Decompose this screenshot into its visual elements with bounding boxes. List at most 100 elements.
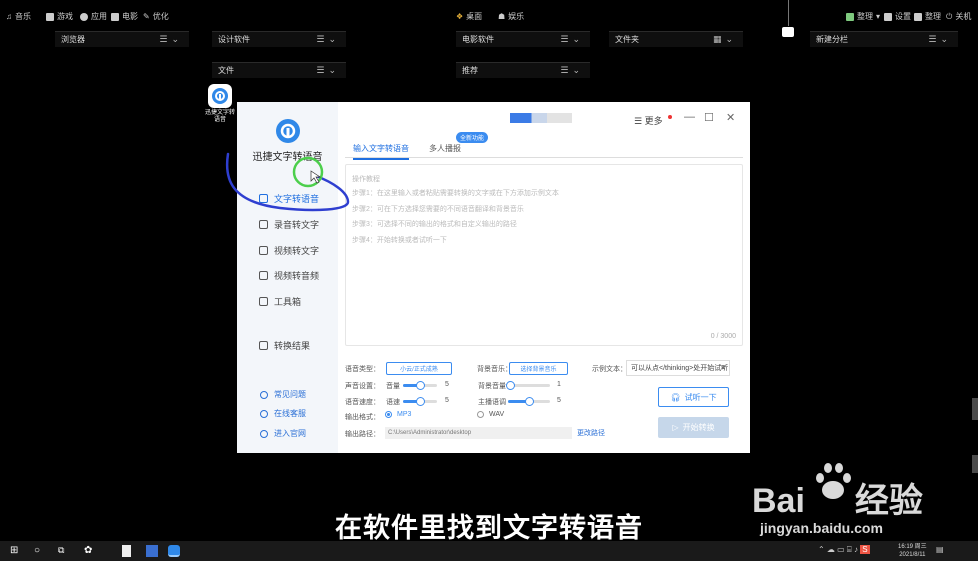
maximize-icon[interactable]: ☐ — [704, 111, 714, 124]
volume-slider[interactable] — [403, 381, 437, 390]
top-menu-optimize[interactable]: ✎ 优化 — [143, 11, 169, 22]
sidebar-item-results[interactable]: 转换结果 — [259, 339, 310, 352]
editor-hint: 操作教程 — [352, 176, 380, 183]
app-window: 迅捷文字转语音 文字转语音 录音转文字 视频转文字 视频转音频 工具箱 转换结果… — [237, 102, 750, 453]
tab-multi-speaker[interactable]: 多人播报 — [429, 143, 461, 154]
dropdown-arrow-icon: ▾ — [876, 12, 881, 21]
search-icon[interactable]: ○ — [34, 545, 46, 557]
top-menu-apps[interactable]: 应用 — [80, 11, 107, 22]
mode-tabs: 输入文字转语音 多人播报 全新功能 — [345, 132, 743, 160]
minimize-icon[interactable]: — — [684, 111, 695, 123]
top-tab-entertainment[interactable]: ☗ 娱乐 — [498, 11, 524, 22]
start-convert-button[interactable]: ▷ 开始转换 — [658, 417, 729, 438]
clock[interactable]: 16:19 周三 2021/8/11 — [898, 543, 927, 559]
slider-handle[interactable] — [506, 381, 516, 390]
widget-menu-icon[interactable]: ☰⌄ — [316, 65, 340, 76]
desktop-shortcut-app[interactable]: 迅捷文字转语音 — [203, 84, 237, 124]
notification-icon[interactable]: ▤ — [936, 545, 948, 557]
path-label: 输出路径： — [345, 431, 380, 438]
top-menu-organize-2[interactable]: 整理 — [914, 11, 941, 22]
text-editor[interactable]: 操作教程 步骤1：在这里输入或者粘贴需要转换的文字或在下方添加示例文本 步骤2：… — [345, 164, 743, 346]
blurred-title — [510, 113, 572, 123]
widget-menu-icon[interactable]: ☰⌄ — [928, 34, 952, 45]
widget-new-column[interactable]: 新建分栏 ☰⌄ — [810, 31, 958, 47]
folder-icon — [259, 341, 268, 350]
shirt-icon[interactable] — [782, 27, 794, 37]
tab-text-input[interactable]: 输入文字转语音 — [353, 143, 409, 160]
slider-handle[interactable] — [416, 397, 425, 406]
file-icon[interactable] — [122, 545, 131, 557]
link-website[interactable]: 进入官网 — [260, 428, 306, 439]
video-icon — [259, 246, 268, 255]
sidebar-item-toolbox[interactable]: 工具箱 — [259, 295, 301, 308]
scroll-mark — [972, 398, 978, 420]
link-faq[interactable]: 常见问题 — [260, 389, 306, 400]
voice-type-label: 语音类型： — [345, 366, 380, 373]
widget-movie-software[interactable]: 电影软件 ☰⌄ — [456, 31, 590, 47]
speed-value: 5 — [445, 397, 449, 404]
top-menu-games[interactable]: 游戏 — [46, 11, 73, 22]
app-logo-icon — [208, 84, 232, 108]
music-icon: ♫ — [6, 12, 12, 21]
film-icon — [111, 12, 119, 21]
widget-folder[interactable]: 文件夹 ▦⌄ — [609, 31, 743, 47]
sidebar-item-recording-to-text[interactable]: 录音转文字 — [259, 218, 319, 231]
task-view-icon[interactable]: ⧉ — [58, 545, 70, 557]
anchor-tone-label: 主播语调 — [478, 399, 506, 406]
slider-handle[interactable] — [416, 381, 425, 390]
widget-grid-icon[interactable]: ▦⌄ — [713, 34, 737, 45]
volume-group-label: 声音设置： — [345, 383, 380, 390]
change-path-link[interactable]: 更改路径 — [577, 428, 605, 438]
sidebar-item-video-to-text[interactable]: 视频转文字 — [259, 244, 319, 257]
bg-volume-slider[interactable] — [506, 381, 550, 390]
format-wav-radio[interactable]: WAV — [477, 411, 504, 418]
widget-menu-icon[interactable]: ☰⌄ — [560, 65, 584, 76]
toolbox-icon — [259, 297, 268, 306]
top-tab-desktop[interactable]: ❖ 桌面 — [456, 11, 482, 22]
sidebar-item-text-to-speech[interactable]: 文字转语音 — [259, 192, 319, 205]
editor-hint: 步骤3：可选择不同的输出的格式和自定义输出的路径 — [352, 221, 517, 228]
widget-files[interactable]: 文件 ☰⌄ — [212, 62, 346, 78]
preview-button[interactable]: 🎧︎ 试听一下 — [658, 387, 729, 407]
app-logo-icon — [276, 119, 300, 143]
widget-menu-icon[interactable]: ☰⌄ — [316, 34, 340, 45]
bg-volume-value: 1 — [557, 381, 561, 388]
link-online-support[interactable]: 在线客服 — [260, 408, 306, 419]
converter-app-icon[interactable] — [168, 545, 180, 557]
speed-slider[interactable] — [403, 397, 437, 406]
scroll-mark — [972, 455, 978, 473]
clear-icon[interactable]: ✕ — [720, 364, 726, 372]
more-menu[interactable]: ☰ 更多 — [634, 114, 663, 127]
speed-group-label: 语音速度： — [345, 399, 380, 406]
widget-menu-icon[interactable]: ☰⌄ — [560, 34, 584, 45]
anchor-tone-slider[interactable] — [508, 397, 550, 406]
power-icon: ⏻ — [946, 11, 953, 21]
format-mp3-radio[interactable]: MP3 — [385, 411, 411, 418]
top-menu-shutdown[interactable]: ⏻ 关机 — [946, 11, 971, 22]
widget-browser[interactable]: 浏览器 ☰⌄ — [55, 31, 189, 47]
desktop-app-icon[interactable] — [146, 545, 158, 557]
sample-text-select[interactable]: 可以从点</thinking>处开始试听 ✕ — [626, 360, 730, 376]
play-icon: ▷ — [672, 423, 679, 432]
widget-recommended[interactable]: 推荐 ☰⌄ — [456, 62, 590, 78]
top-menu-settings[interactable]: 设置 — [884, 11, 911, 22]
app-name: 迅捷文字转语音 — [252, 152, 323, 163]
bg-volume-label: 背景音量 — [478, 383, 506, 390]
windows-start-icon[interactable]: ⊞ — [10, 545, 22, 557]
video-subtitle: 在软件里找到文字转语音 — [335, 513, 643, 543]
widget-design-software[interactable]: 设计软件 ☰⌄ — [212, 31, 346, 47]
sidebar-item-video-to-audio[interactable]: 视频转音频 — [259, 269, 319, 282]
close-icon[interactable]: ✕ — [726, 111, 735, 124]
top-bar: ♫ 音乐 游戏 应用 电影 ✎ 优化 ❖ 桌面 ☗ 娱乐 整理 ▾ 设置 整理 ⏻ 关机 — [0, 10, 978, 24]
char-count: 0 / 3000 — [710, 333, 736, 340]
top-menu-movies[interactable]: 电影 — [111, 11, 138, 22]
widget-menu-icon[interactable]: ☰⌄ — [159, 34, 183, 45]
slider-handle[interactable] — [525, 397, 534, 406]
system-tray-icons[interactable]: ⌃ ☁ ▭ ⌸ ♪ S — [818, 545, 888, 557]
top-menu-organize[interactable]: 整理 ▾ — [846, 11, 880, 22]
app-grid-icon[interactable]: ✿ — [84, 545, 96, 557]
top-menu-music[interactable]: ♫ 音乐 — [6, 11, 31, 22]
output-path-field[interactable]: C:\Users\Administrator\desktop — [385, 427, 572, 439]
voice-type-button[interactable]: 小云/正式成熟 — [386, 362, 452, 375]
bg-music-button[interactable]: 选择背景音乐 — [509, 362, 568, 375]
